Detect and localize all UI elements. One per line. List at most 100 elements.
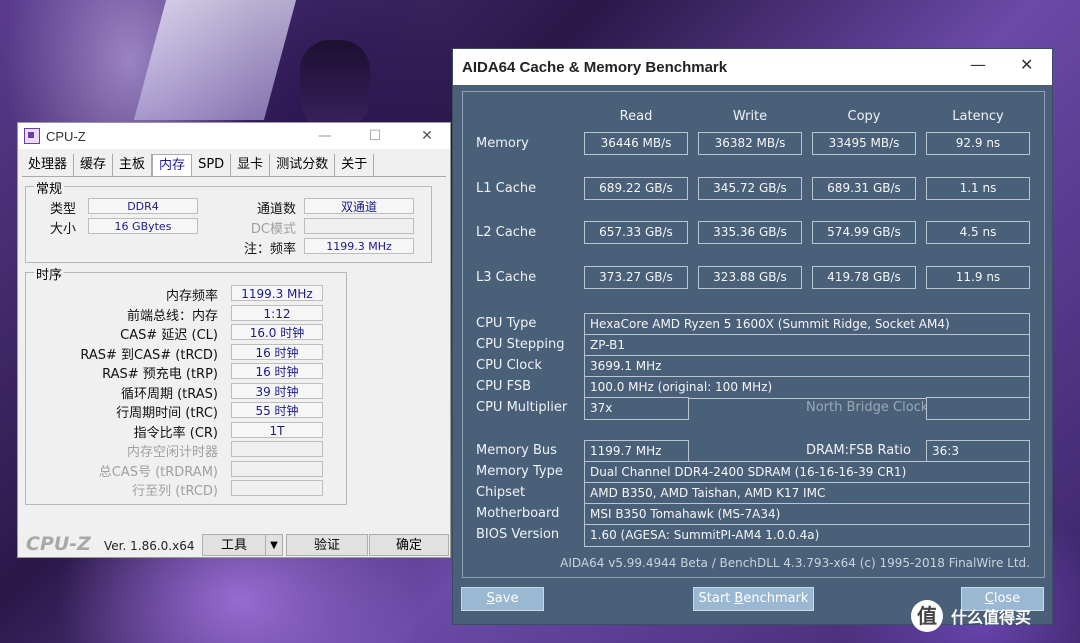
tools-dropdown-icon[interactable]: ▼	[265, 534, 283, 556]
aida-footer-copyright: AIDA64 v5.99.4944 Beta / BenchDLL 4.3.79…	[560, 556, 1030, 570]
watermark-text: 什么值得买	[951, 608, 1032, 627]
note-frequency-value: 1199.3 MHz	[304, 238, 414, 254]
timing-value: 16 时钟	[231, 343, 323, 360]
timing-value: 55 时钟	[231, 402, 323, 418]
column-copy: Copy	[847, 109, 881, 124]
timing-label: 行周期时间 (tRC)	[116, 406, 218, 421]
bench-value: 657.33 GB/s	[584, 221, 688, 245]
bench-value: 4.5 ns	[926, 221, 1030, 245]
cpu-type-value: HexaCore AMD Ryzen 5 1600X (Summit Ridge…	[584, 313, 1030, 336]
timing-label: 循环周期 (tRAS)	[120, 386, 218, 402]
bench-value: 689.31 GB/s	[812, 176, 916, 200]
bench-value: 373.27 GB/s	[584, 266, 688, 290]
cpuz-tabs: 处理器 缓存 主板 内存 SPD 显卡 测试分数 关于	[22, 154, 375, 176]
start-benchmark-prefix: Start	[698, 591, 735, 606]
general-group-label: 常规	[34, 178, 65, 197]
cpu-multiplier-value: 37x	[584, 397, 689, 420]
general-group: 常规 类型 DDR4 大小 16 GBytes 通道数 双通道 DC模式 注：频…	[25, 178, 432, 263]
timing-value: 1199.3 MHz	[231, 285, 323, 301]
column-latency: Latency	[952, 109, 1004, 124]
type-value: DDR4	[88, 198, 198, 214]
tab-memory[interactable]: 内存	[152, 154, 193, 176]
type-label: 类型	[49, 202, 76, 217]
dram-fsb-ratio-label: DRAM:FSB Ratio	[806, 443, 911, 458]
column-read: Read	[619, 109, 653, 124]
save-button-label: ave	[494, 591, 519, 606]
cpu-multiplier-label: CPU Multiplier	[476, 400, 568, 415]
tab-graphics[interactable]: 显卡	[231, 154, 271, 176]
cpu-type-label: CPU Type	[476, 316, 537, 331]
bench-row-label: L3 Cache	[476, 270, 537, 286]
timing-label: 内存频率	[165, 289, 218, 304]
start-benchmark-mnemonic: B	[734, 591, 744, 606]
timing-label: CAS# 延迟 (CL)	[120, 328, 218, 343]
close-icon[interactable]: ✕	[1020, 55, 1033, 74]
bench-value: 574.99 GB/s	[812, 221, 916, 245]
bench-value: 11.9 ns	[926, 266, 1030, 290]
timing-value: 16.0 时钟	[231, 324, 323, 340]
bench-value: 345.72 GB/s	[698, 176, 802, 200]
cpuz-app-icon	[24, 128, 40, 144]
bench-value: 36382 MB/s	[698, 132, 802, 155]
bench-value: 92.9 ns	[926, 132, 1030, 155]
close-icon[interactable]: ✕	[404, 123, 450, 149]
tab-processor[interactable]: 处理器	[22, 154, 75, 176]
bench-value: 419.78 GB/s	[812, 266, 916, 290]
site-watermark: 值 什么值得买	[911, 600, 1031, 632]
tab-about[interactable]: 关于	[335, 154, 375, 176]
start-benchmark-label: enchmark	[743, 591, 809, 606]
aida-titlebar[interactable]: AIDA64 Cache & Memory Benchmark — ✕	[453, 49, 1052, 85]
wallpaper-figure	[300, 40, 370, 130]
tab-bench[interactable]: 测试分数	[270, 154, 336, 176]
cpu-stepping-value: ZP-B1	[584, 334, 1030, 357]
bench-value: 689.22 GB/s	[584, 176, 688, 200]
memory-bus-label: Memory Bus	[476, 443, 557, 458]
timing-value	[231, 460, 323, 477]
tab-divider	[22, 176, 446, 177]
tab-mainboard[interactable]: 主板	[113, 154, 153, 176]
timing-label: RAS# 到CAS# (tRCD)	[80, 347, 218, 363]
memory-bus-value: 1199.7 MHz	[584, 440, 689, 463]
cpuz-title: CPU-Z	[46, 128, 86, 144]
cpu-clock-value: 3699.1 MHz	[584, 355, 1030, 378]
dc-mode-value	[304, 218, 414, 234]
save-mnemonic: S	[486, 591, 495, 606]
timing-label: 总CAS号 (tRDRAM)	[98, 464, 218, 480]
start-benchmark-button[interactable]: Start Benchmark	[693, 587, 814, 611]
bench-row-label: L2 Cache	[476, 225, 537, 241]
bench-row-label: L1 Cache	[476, 180, 537, 196]
watermark-badge-icon: 值	[911, 600, 943, 632]
timing-label: 前端总线：内存	[126, 308, 218, 324]
aida-title: AIDA64 Cache & Memory Benchmark	[462, 59, 728, 76]
timing-label: 指令比率 (CR)	[133, 425, 218, 441]
timing-value	[231, 480, 323, 496]
cpuz-titlebar[interactable]: CPU-Z — ☐ ✕	[18, 123, 450, 149]
timing-label: 内存空闲计时器	[126, 445, 218, 460]
bench-value: 335.36 GB/s	[698, 221, 802, 245]
tools-button[interactable]: 工具	[202, 534, 266, 556]
cpu-fsb-value: 100.0 MHz (original: 100 MHz)	[584, 376, 1030, 399]
channels-value: 双通道	[304, 198, 414, 214]
cpu-fsb-label: CPU FSB	[476, 379, 531, 394]
save-button[interactable]: Save	[461, 587, 544, 611]
minimize-icon[interactable]: —	[970, 55, 986, 74]
maximize-icon[interactable]: ☐	[352, 123, 398, 149]
timing-value: 1:12	[231, 304, 323, 321]
size-label: 大小	[49, 222, 76, 237]
north-bridge-clock-label: North Bridge Clock	[806, 400, 929, 415]
timing-label: RAS# 预充电 (tRP)	[102, 367, 218, 382]
memory-type-label: Memory Type	[476, 464, 563, 479]
ok-button[interactable]: 确定	[369, 534, 449, 556]
cpuz-window: CPU-Z — ☐ ✕ 处理器 缓存 主板 内存 SPD 显卡 测试分数 关于 …	[17, 122, 451, 558]
benchmark-panel: Read Write Copy Latency CPU Type HexaCor…	[462, 91, 1045, 578]
minimize-icon[interactable]: —	[302, 123, 348, 149]
chipset-label: Chipset	[476, 485, 526, 500]
bench-value: 323.88 GB/s	[698, 266, 802, 290]
cpuz-brand: CPU-Z	[26, 533, 91, 555]
motherboard-value: MSI B350 Tomahawk (MS-7A34)	[584, 503, 1030, 526]
timing-value: 16 时钟	[231, 363, 323, 379]
validate-button[interactable]: 验证	[286, 534, 368, 556]
tab-spd[interactable]: SPD	[192, 154, 232, 176]
aida-window: AIDA64 Cache & Memory Benchmark — ✕ Read…	[452, 48, 1053, 625]
tab-cache[interactable]: 缓存	[74, 154, 114, 176]
